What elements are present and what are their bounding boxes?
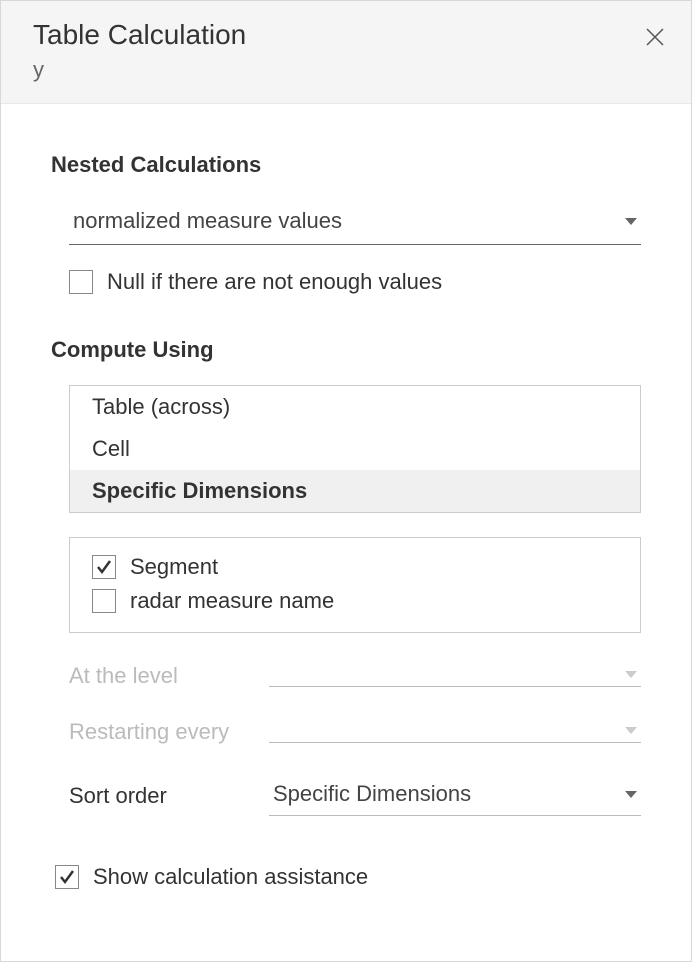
restarting-dropdown	[269, 721, 641, 743]
at-level-row: At the level	[69, 663, 641, 689]
dialog-body: Nested Calculations normalized measure v…	[1, 104, 691, 920]
dimension-segment-label: Segment	[130, 554, 218, 580]
null-values-label: Null if there are not enough values	[107, 269, 442, 295]
chevron-down-icon	[625, 727, 637, 734]
table-calculation-dialog: Table Calculation y Nested Calculations …	[0, 0, 692, 962]
compute-using-section: Compute Using Table (across) Cell Specif…	[51, 337, 641, 816]
compute-option-table-across[interactable]: Table (across)	[70, 386, 640, 428]
dialog-header: Table Calculation y	[1, 1, 691, 104]
compute-option-specific-dimensions[interactable]: Specific Dimensions	[70, 470, 640, 512]
at-level-label: At the level	[69, 663, 269, 689]
checkmark-icon	[95, 558, 113, 576]
nested-calculations-label: Nested Calculations	[51, 152, 641, 178]
sort-order-label: Sort order	[69, 783, 269, 809]
assistance-label: Show calculation assistance	[93, 864, 368, 890]
assistance-row: Show calculation assistance	[55, 864, 641, 890]
close-button[interactable]	[643, 25, 667, 49]
dimensions-box: Segment radar measure name	[69, 537, 641, 633]
close-icon	[645, 27, 665, 47]
restarting-label: Restarting every	[69, 719, 269, 745]
dimension-radar-checkbox[interactable]	[92, 589, 116, 613]
compute-using-label: Compute Using	[51, 337, 641, 363]
dimension-row-segment: Segment	[92, 550, 618, 584]
nested-dropdown-value: normalized measure values	[73, 208, 342, 234]
restarting-row: Restarting every	[69, 719, 641, 745]
dialog-subtitle: y	[33, 57, 663, 83]
chevron-down-icon	[625, 218, 637, 225]
chevron-down-icon	[625, 671, 637, 678]
dimension-row-radar: radar measure name	[92, 584, 618, 618]
checkmark-icon	[58, 868, 76, 886]
null-values-row: Null if there are not enough values	[69, 269, 641, 295]
null-values-checkbox[interactable]	[69, 270, 93, 294]
sort-order-value: Specific Dimensions	[273, 781, 471, 807]
dimension-radar-label: radar measure name	[130, 588, 334, 614]
at-level-dropdown	[269, 665, 641, 687]
compute-using-listbox: Table (across) Cell Specific Dimensions	[69, 385, 641, 513]
dialog-title: Table Calculation	[33, 19, 663, 51]
assistance-checkbox[interactable]	[55, 865, 79, 889]
sort-order-row: Sort order Specific Dimensions	[69, 775, 641, 816]
sort-order-dropdown[interactable]: Specific Dimensions	[269, 775, 641, 816]
compute-option-cell[interactable]: Cell	[70, 428, 640, 470]
dimension-segment-checkbox[interactable]	[92, 555, 116, 579]
nested-calculations-dropdown[interactable]: normalized measure values	[69, 200, 641, 245]
chevron-down-icon	[625, 791, 637, 798]
